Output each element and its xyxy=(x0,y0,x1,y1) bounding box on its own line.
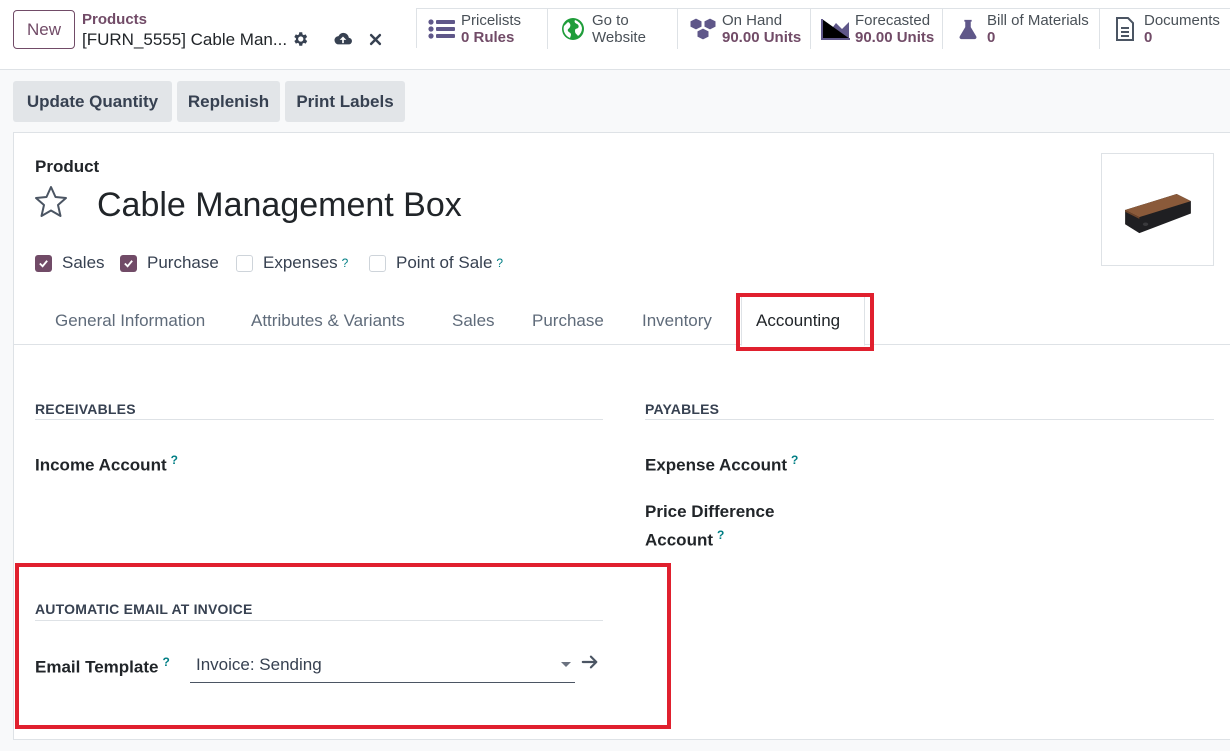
smart-button-label: Documents xyxy=(1144,12,1220,29)
discard-close-icon[interactable] xyxy=(364,28,386,50)
help-tooltip-icon[interactable]: ? xyxy=(171,453,178,467)
help-tooltip-icon[interactable]: ? xyxy=(496,256,503,270)
cubes-icon xyxy=(688,15,718,43)
new-button[interactable]: New xyxy=(13,10,75,49)
income-account-label-text: Income Account xyxy=(35,455,167,475)
smart-buttons: Pricelists 0 Rules Go to Website On Hand… xyxy=(416,8,1230,49)
smart-button-label: Pricelists xyxy=(461,12,522,29)
group-divider xyxy=(35,419,603,420)
tab-inventory[interactable]: Inventory xyxy=(642,311,712,331)
checkbox-checked-icon[interactable] xyxy=(35,254,52,272)
flask-icon xyxy=(953,15,983,43)
smart-button-on-hand[interactable]: On Hand 90.00 Units xyxy=(678,9,811,49)
checkbox-unchecked-icon[interactable] xyxy=(369,254,386,272)
price-difference-account-label-text: Account xyxy=(645,530,713,550)
smart-button-value: 0 xyxy=(1144,29,1153,46)
smart-button-go-to-website[interactable]: Go to Website xyxy=(548,9,678,49)
tab-purchase[interactable]: Purchase xyxy=(532,311,604,331)
favorite-star-icon[interactable] xyxy=(34,185,68,219)
tab-general-information[interactable]: General Information xyxy=(55,311,205,331)
sales-checkbox[interactable]: Sales xyxy=(35,253,105,273)
checkbox-label: Expenses xyxy=(263,253,338,272)
purchase-checkbox[interactable]: Purchase xyxy=(120,253,219,273)
breadcrumb-products-link[interactable]: Products xyxy=(82,11,147,28)
replenish-button[interactable]: Replenish xyxy=(177,81,280,122)
smart-button-value: 90.00 Units xyxy=(722,29,802,46)
smart-button-label-line2: Website xyxy=(592,29,646,46)
help-tooltip-icon[interactable]: ? xyxy=(342,256,349,270)
smart-button-label: On Hand xyxy=(722,12,783,29)
checkbox-label: Sales xyxy=(62,253,105,272)
receivables-group-title: RECEIVABLES xyxy=(35,401,136,417)
price-difference-account-label-line2: Account? xyxy=(645,528,724,551)
expenses-checkbox[interactable]: Expenses ? xyxy=(236,253,348,273)
price-difference-account-label-line1: Price Difference xyxy=(645,502,775,521)
income-account-label: Income Account? xyxy=(35,453,178,476)
list-icon xyxy=(427,15,457,43)
smart-button-pricelists[interactable]: Pricelists 0 Rules xyxy=(417,9,548,49)
smart-button-documents[interactable]: Documents 0 xyxy=(1100,9,1230,49)
tab-sales[interactable]: Sales xyxy=(452,311,495,331)
control-panel: New Products [FURN_5555] Cable Man... Pr… xyxy=(0,0,1230,70)
update-quantity-button[interactable]: Update Quantity xyxy=(13,81,172,122)
smart-button-label: Go to xyxy=(592,12,629,29)
tab-attributes-variants[interactable]: Attributes & Variants xyxy=(251,311,405,331)
highlight-box-accounting-tab xyxy=(736,293,874,351)
product-field-label: Product xyxy=(35,157,100,176)
file-icon xyxy=(1110,15,1140,43)
globe-icon xyxy=(558,15,588,43)
breadcrumb-current-record: [FURN_5555] Cable Man... xyxy=(82,30,288,49)
help-tooltip-icon[interactable]: ? xyxy=(717,528,724,542)
smart-button-bill-of-materials[interactable]: Bill of Materials 0 xyxy=(943,9,1100,49)
checkbox-unchecked-icon[interactable] xyxy=(236,254,253,272)
product-name-field[interactable]: Cable Management Box xyxy=(97,186,462,225)
expense-account-label: Expense Account? xyxy=(645,453,798,476)
point-of-sale-checkbox[interactable]: Point of Sale ? xyxy=(369,253,503,273)
cloud-upload-icon[interactable] xyxy=(331,28,355,50)
area-chart-icon xyxy=(821,15,851,43)
gear-icon[interactable] xyxy=(289,28,311,50)
smart-button-value: 0 Rules xyxy=(461,29,515,46)
print-labels-button[interactable]: Print Labels xyxy=(285,81,405,122)
help-tooltip-icon[interactable]: ? xyxy=(791,453,798,467)
smart-button-value: 90.00 Units xyxy=(855,29,935,46)
smart-button-value: 0 xyxy=(987,29,996,46)
checkbox-checked-icon[interactable] xyxy=(120,254,137,272)
product-image[interactable] xyxy=(1101,153,1214,266)
checkbox-label: Purchase xyxy=(147,253,219,272)
smart-button-label: Forecasted xyxy=(855,12,931,29)
payables-group-title: PAYABLES xyxy=(645,401,720,417)
expense-account-label-text: Expense Account xyxy=(645,455,788,475)
group-divider xyxy=(645,419,1214,420)
highlight-box-automatic-email xyxy=(15,563,671,729)
smart-button-label: Bill of Materials xyxy=(987,12,1089,29)
smart-button-forecasted[interactable]: Forecasted 90.00 Units xyxy=(811,9,943,49)
checkbox-label: Point of Sale xyxy=(396,253,493,272)
notebook-tabs: General Information Attributes & Variant… xyxy=(14,293,1230,346)
